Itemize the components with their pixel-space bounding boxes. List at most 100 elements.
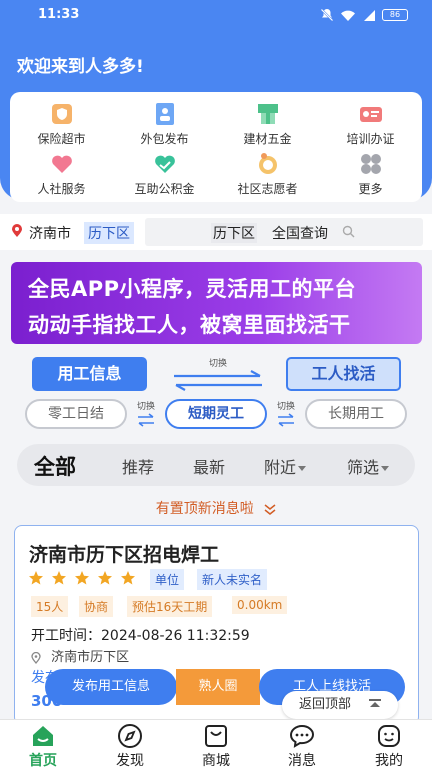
tab-discover[interactable]: 发现	[98, 723, 162, 768]
mode-switch-row: 用工信息 切换 工人找活	[0, 356, 432, 394]
mute-icon	[320, 8, 334, 22]
service-social[interactable]: 人社服务	[10, 151, 113, 197]
job-title: 济南市历下区招电焊工	[29, 544, 220, 566]
post-job-button[interactable]: 发布用工信息	[45, 669, 177, 705]
term-switch-right[interactable]: 切换	[274, 399, 298, 431]
service-training[interactable]: 培训办证	[319, 101, 422, 147]
switch-label: 切换	[136, 402, 155, 412]
status-time: 11:33	[38, 7, 80, 22]
worker-find-job-button[interactable]: 工人找活	[286, 357, 401, 391]
service-outsource[interactable]: 外包发布	[113, 101, 216, 147]
nationwide-search-link[interactable]: 全国查询	[272, 223, 328, 243]
star-icon	[75, 571, 89, 585]
location-pin-icon	[31, 651, 41, 664]
tab-profile[interactable]: 我的	[357, 723, 421, 768]
search-box[interactable]: 历下区 全国查询	[145, 218, 423, 246]
mode-switch-toggle[interactable]: 切换	[172, 356, 264, 392]
notice-text: 有置顶新消息啦	[155, 501, 254, 517]
star-icon	[98, 571, 112, 585]
mutual-fund-icon	[154, 155, 175, 173]
location-pin-icon	[12, 224, 22, 237]
welcome-text: 欢迎来到人多多!	[17, 57, 144, 77]
short-term-pill[interactable]: 短期灵工	[165, 399, 267, 429]
tag-unverified: 新人未实名	[197, 569, 268, 590]
filter-tab-filter[interactable]: 筛选	[347, 454, 390, 478]
tab-messages[interactable]: 消息	[270, 723, 334, 768]
battery-icon: 86	[382, 9, 408, 21]
promo-banner[interactable]: 全民APP小程序，灵活用工的平台 动动手指找工人，被窝里面找活干	[11, 262, 422, 344]
social-service-icon	[51, 155, 72, 173]
pinned-notice[interactable]: 有置顶新消息啦	[0, 498, 432, 518]
employer-info-button[interactable]: 用工信息	[32, 357, 147, 391]
tag-unit: 单位	[150, 569, 185, 590]
wifi-icon	[341, 10, 355, 21]
status-bar: 11:33 86	[0, 0, 432, 30]
tab-label: 首页	[29, 753, 57, 768]
location-search-bar: 济南市 历下区 历下区 全国查询	[0, 214, 432, 250]
service-hardware[interactable]: 建材五金	[216, 101, 319, 147]
tab-shop[interactable]: 商城	[184, 723, 248, 768]
search-district[interactable]: 历下区	[211, 223, 257, 243]
current-city[interactable]: 济南市	[29, 223, 71, 243]
service-insurance[interactable]: 保险超市	[10, 101, 113, 147]
service-mutual-fund[interactable]: 互助公积金	[113, 151, 216, 197]
switch-label: 切换	[208, 359, 227, 369]
banner-line-2: 动动手指找工人，被窝里面找活干	[28, 313, 351, 337]
search-icon[interactable]	[342, 225, 355, 238]
job-location: 济南市历下区	[51, 650, 130, 665]
acquaintance-circle-button[interactable]: 熟人圈	[176, 669, 260, 705]
filter-nearby-label: 附近	[264, 458, 297, 477]
compass-icon	[118, 724, 142, 748]
term-switch-left[interactable]: 切换	[134, 399, 158, 431]
service-label: 更多	[358, 182, 383, 196]
job-location-row: 济南市历下区	[31, 646, 129, 665]
outsource-icon	[155, 103, 174, 125]
service-volunteer[interactable]: 社区志愿者	[216, 151, 319, 197]
star-icon	[52, 571, 66, 585]
filter-tabs: 全部 推荐 最新 附近 筛选	[17, 444, 415, 486]
service-label: 人社服务	[37, 182, 86, 196]
shop-bag-icon	[205, 725, 227, 747]
long-term-pill[interactable]: 长期用工	[305, 399, 407, 429]
hardware-icon	[257, 104, 278, 124]
app-screen: 11:33 86 欢迎来到人多多! 保险超市 外包发布 建材五金 培训办证 人社…	[0, 0, 432, 768]
home-icon	[33, 726, 53, 746]
switch-label: 切换	[276, 402, 295, 412]
star-icon	[29, 571, 43, 585]
rating-stars	[28, 570, 136, 586]
insurance-icon	[51, 104, 72, 124]
filter-tab-recommend[interactable]: 推荐	[122, 454, 154, 478]
tag-duration: 预估16天工期	[127, 596, 213, 617]
daily-pay-pill[interactable]: 零工日结	[25, 399, 127, 429]
banner-line-1: 全民APP小程序，灵活用工的平台	[28, 277, 357, 301]
service-grid: 保险超市 外包发布 建材五金 培训办证 人社服务 互助公积金 社区志愿者 更多	[10, 92, 422, 202]
service-more[interactable]: 更多	[319, 151, 422, 197]
service-label: 社区志愿者	[237, 182, 298, 196]
start-time-row: 开工时间：2024-08-26 11:32:59	[31, 625, 250, 645]
service-label: 建材五金	[243, 132, 292, 146]
current-district[interactable]: 历下区	[84, 222, 134, 244]
signal-icon	[364, 9, 375, 21]
star-icon	[121, 571, 135, 585]
double-chevron-down-icon	[264, 503, 276, 515]
training-icon	[359, 107, 382, 122]
filter-tab-nearby[interactable]: 附近	[264, 454, 307, 478]
back-to-top-button[interactable]: 返回顶部	[282, 691, 398, 719]
tab-label: 我的	[375, 753, 403, 768]
filter-tab-all[interactable]: 全部	[34, 451, 76, 481]
volunteer-icon	[258, 153, 277, 174]
job-term-row: 零工日结 切换 短期灵工 切换 长期用工	[0, 397, 432, 431]
tab-label: 发现	[116, 753, 144, 768]
tag-pay-negotiable: 协商	[79, 596, 114, 617]
tag-headcount: 15人	[31, 596, 69, 617]
swap-arrows-icon	[278, 413, 294, 427]
tab-label: 商城	[202, 753, 230, 768]
chevron-down-icon	[381, 466, 390, 471]
tag-distance: 0.00km	[232, 596, 288, 614]
back-to-top-label: 返回顶部	[299, 697, 352, 712]
tab-home[interactable]: 首页	[11, 723, 75, 768]
service-label: 互助公积金	[134, 182, 195, 196]
message-icon	[289, 724, 315, 748]
status-icons: 86	[320, 8, 408, 22]
filter-tab-latest[interactable]: 最新	[193, 454, 225, 478]
